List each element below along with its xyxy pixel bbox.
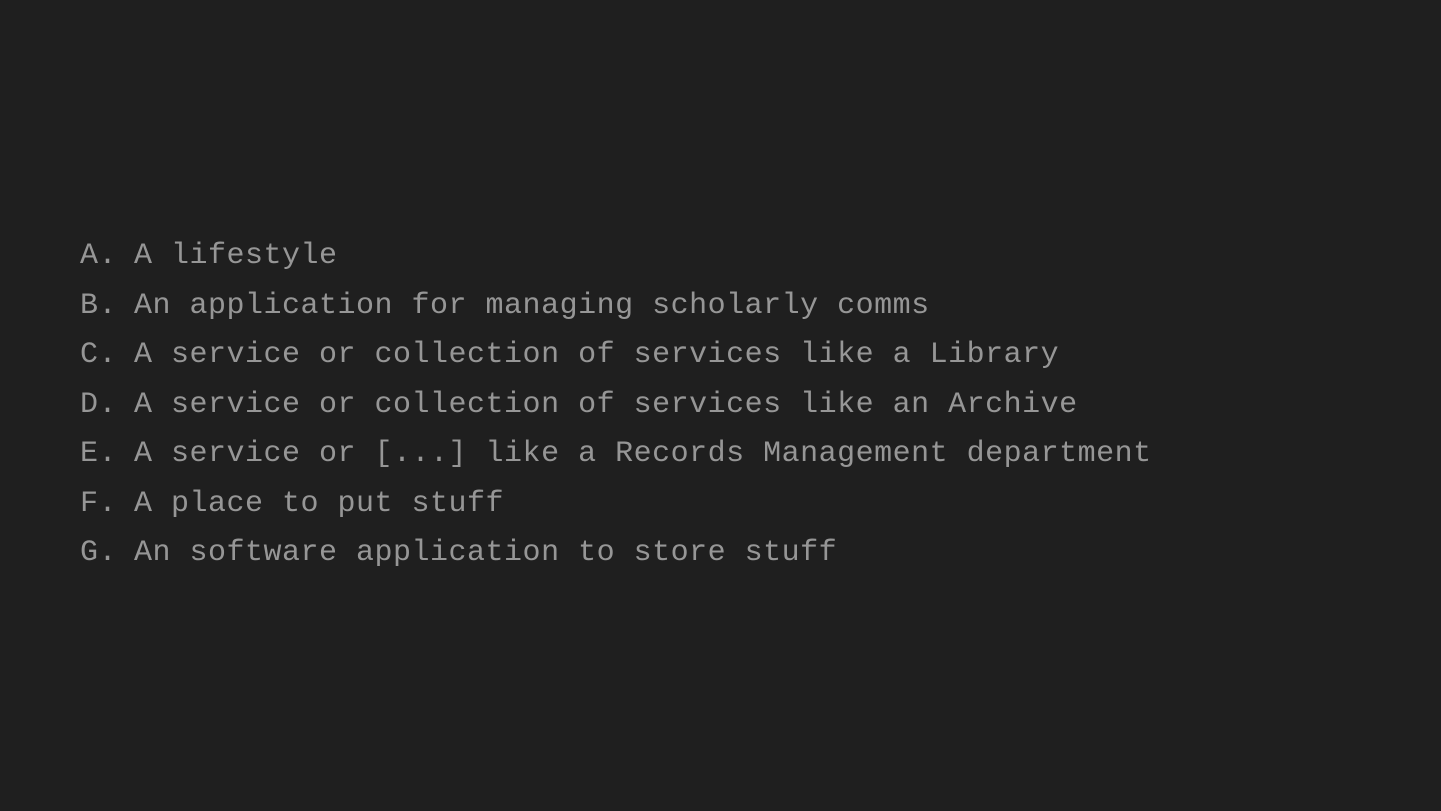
item-marker: B. xyxy=(80,282,134,332)
item-text: A lifestyle xyxy=(134,232,1152,282)
item-text: A service or collection of services like… xyxy=(134,331,1152,381)
item-text: An application for managing scholarly co… xyxy=(134,282,1152,332)
options-list: A. A lifestyle B. An application for man… xyxy=(80,232,1152,579)
list-item: B. An application for managing scholarly… xyxy=(80,282,1152,332)
item-marker: C. xyxy=(80,331,134,381)
item-marker: E. xyxy=(80,430,134,480)
list-item: E. A service or [...] like a Records Man… xyxy=(80,430,1152,480)
item-text: A place to put stuff xyxy=(134,480,1152,530)
list-item: G. An software application to store stuf… xyxy=(80,529,1152,579)
list-item: A. A lifestyle xyxy=(80,232,1152,282)
list-item: D. A service or collection of services l… xyxy=(80,381,1152,431)
item-marker: A. xyxy=(80,232,134,282)
item-text: A service or collection of services like… xyxy=(134,381,1152,431)
list-item: F. A place to put stuff xyxy=(80,480,1152,530)
item-marker: G. xyxy=(80,529,134,579)
item-text: An software application to store stuff xyxy=(134,529,1152,579)
list-item: C. A service or collection of services l… xyxy=(80,331,1152,381)
item-marker: F. xyxy=(80,480,134,530)
item-text: A service or [...] like a Records Manage… xyxy=(134,430,1152,480)
item-marker: D. xyxy=(80,381,134,431)
